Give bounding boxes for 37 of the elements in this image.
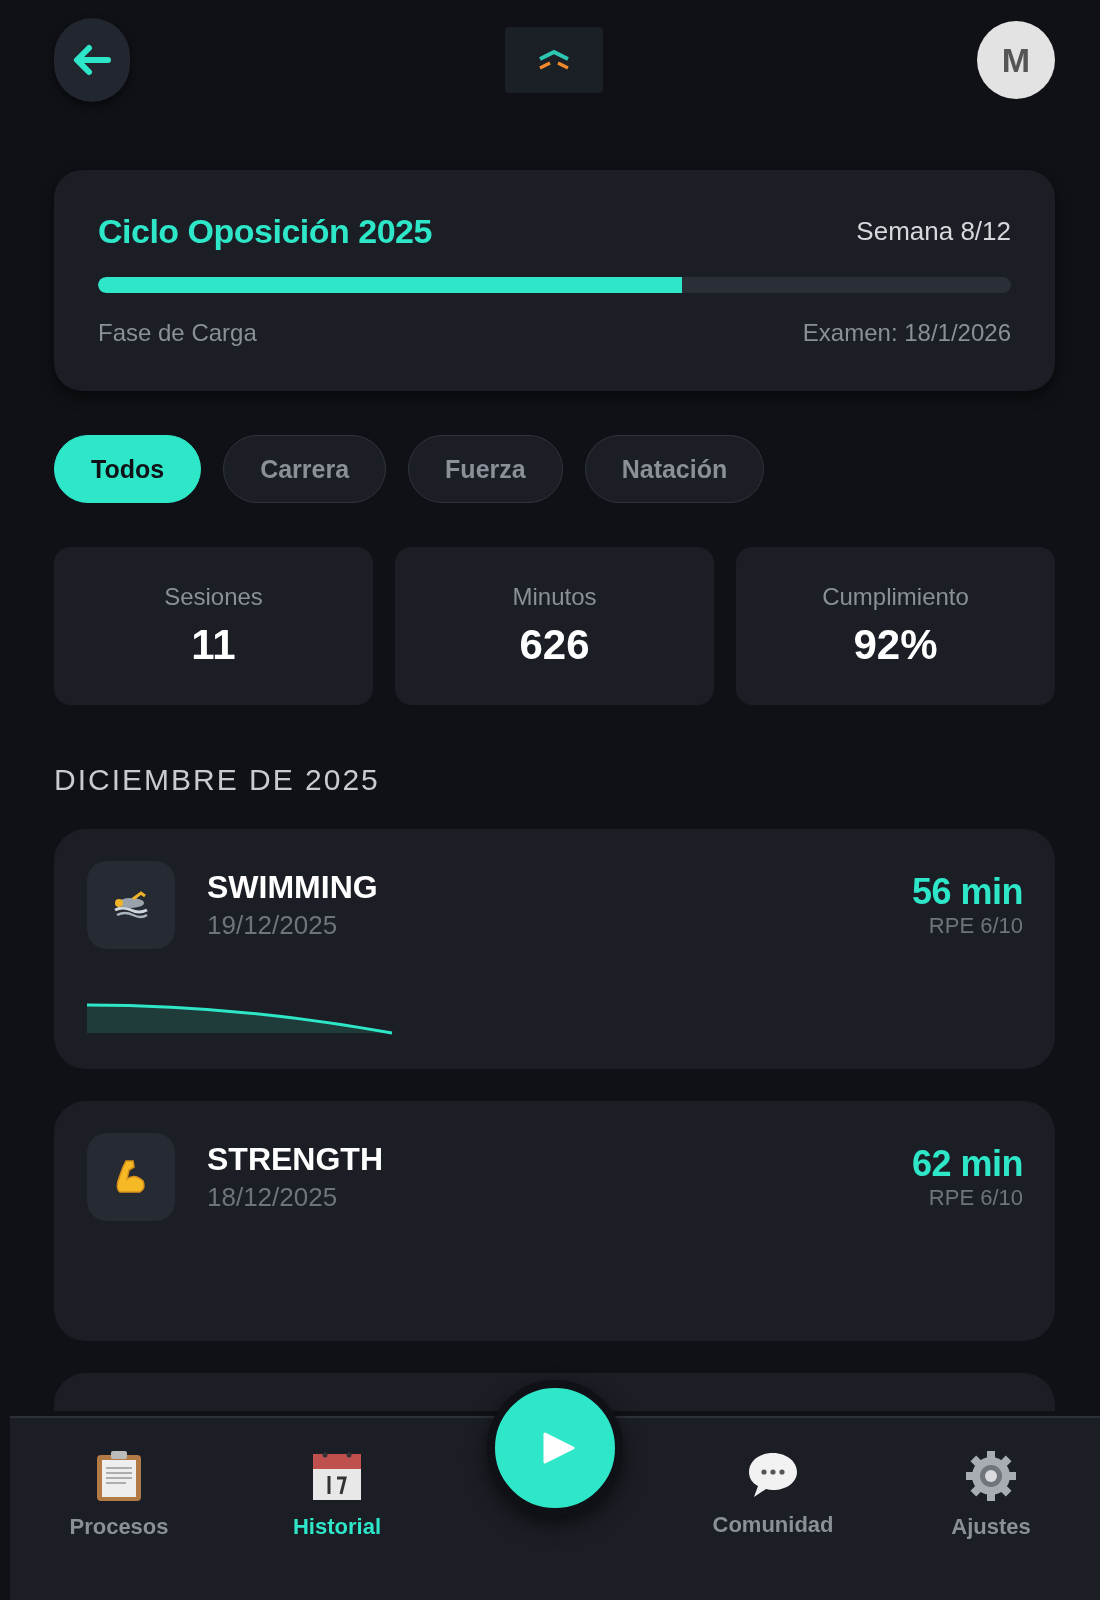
session-title: SWIMMING bbox=[207, 869, 378, 906]
week-counter: Semana 8/12 bbox=[856, 216, 1011, 247]
stat-value: 11 bbox=[191, 621, 236, 669]
session-date: 18/12/2025 bbox=[207, 1182, 339, 1213]
clipboard-icon bbox=[95, 1450, 143, 1502]
filter-chip[interactable]: Fuerza bbox=[408, 435, 563, 503]
phase-label: Fase de Carga bbox=[98, 319, 257, 347]
filter-chip[interactable]: Todos bbox=[54, 435, 202, 503]
session-date: 19/12/2025 bbox=[207, 910, 339, 941]
gear-icon bbox=[965, 1450, 1017, 1502]
stat-value: 626 bbox=[519, 621, 590, 669]
exam-date: Examen: 18/1/2026 bbox=[802, 319, 1011, 347]
filter-chip[interactable]: Natación bbox=[584, 435, 765, 503]
session-rpe: RPE 6/10 bbox=[928, 1185, 1023, 1211]
filter-chip[interactable]: Carrera bbox=[223, 435, 387, 503]
speech-bubble-icon bbox=[746, 1450, 800, 1500]
section-title: DICIEMBRE DE 2025 bbox=[54, 763, 381, 797]
calendar-icon bbox=[311, 1450, 363, 1502]
session-duration: 62 min bbox=[911, 1143, 1023, 1185]
arrow-left-icon bbox=[72, 43, 112, 77]
chevron-logo-icon bbox=[536, 49, 571, 71]
stat-label: Minutos bbox=[512, 583, 597, 611]
session-duration: 56 min bbox=[911, 871, 1023, 913]
session-card[interactable] bbox=[54, 1373, 1055, 1411]
nav-tab[interactable]: Historial bbox=[228, 1418, 446, 1541]
nav-tab[interactable]: Comunidad bbox=[664, 1418, 882, 1539]
session-rpe: RPE 6/10 bbox=[928, 913, 1023, 939]
nav-tab[interactable]: Procesos bbox=[10, 1418, 228, 1541]
stat-label: Sesiones bbox=[164, 583, 263, 611]
nav-tab[interactable]: Ajustes bbox=[882, 1418, 1100, 1541]
avatar[interactable]: M bbox=[977, 21, 1055, 99]
stat-value: 92% bbox=[853, 621, 938, 669]
session-card[interactable]: SWIMMING 19/12/2025 56 min RPE 6/10 bbox=[54, 829, 1055, 1069]
cycle-title: Ciclo Oposición 2025 bbox=[98, 212, 432, 251]
stat-label: Cumplimiento bbox=[822, 583, 969, 611]
session-title: STRENGTH bbox=[207, 1141, 383, 1178]
session-card[interactable]: STRENGTH 18/12/2025 62 min RPE 6/10 bbox=[54, 1101, 1055, 1341]
